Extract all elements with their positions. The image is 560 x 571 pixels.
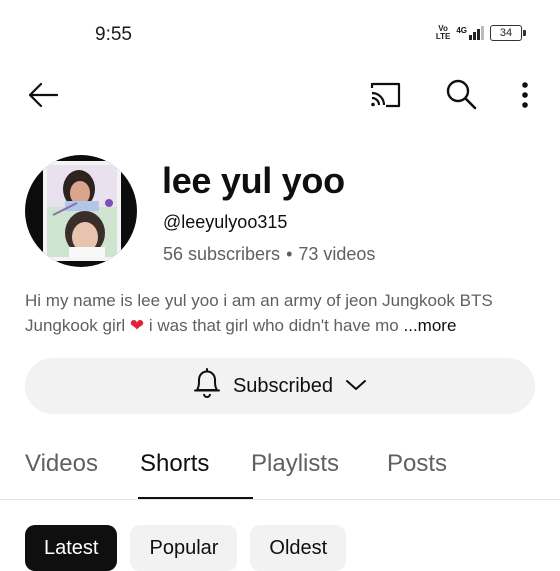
chip-oldest[interactable]: Oldest	[250, 525, 347, 571]
volte-bottom: LTE	[435, 32, 451, 41]
tab-posts[interactable]: Posts	[387, 450, 447, 500]
more-vert-icon[interactable]	[514, 78, 536, 112]
subscribed-label: Subscribed	[232, 374, 334, 397]
description-line-2-start: Jungkook girl	[25, 316, 126, 335]
description-more-link[interactable]: ...more	[404, 316, 457, 335]
stats-separator: •	[286, 244, 293, 264]
description-line-2-end: i was that girl who didn't have mo	[148, 316, 399, 335]
channel-description[interactable]: Hi my name is lee yul yoo i am an army o…	[25, 288, 535, 338]
subscriber-count: 56 subscribers	[163, 244, 281, 264]
tab-playlists[interactable]: Playlists	[251, 450, 387, 500]
search-icon[interactable]	[443, 76, 479, 112]
tab-shorts[interactable]: Shorts	[138, 450, 253, 500]
tabs-divider	[0, 499, 560, 500]
bell-icon	[193, 367, 221, 405]
description-line-2: Jungkook girl ❤ i was that girl who didn…	[25, 313, 535, 338]
video-count: 73 videos	[298, 244, 376, 264]
channel-stats: 56 subscribers • 73 videos	[163, 244, 375, 265]
volte-indicator: Vo LTE	[436, 25, 451, 41]
status-time: 9:55	[95, 24, 132, 45]
signal-icon: 4G	[456, 26, 484, 40]
channel-handle: @leeyulyoo315	[163, 212, 288, 232]
description-line-1: Hi my name is lee yul yoo i am an army o…	[25, 291, 493, 310]
back-arrow-icon[interactable]	[26, 78, 60, 112]
subscribed-button[interactable]: Subscribed	[25, 358, 535, 414]
heart-icon: ❤	[129, 316, 145, 335]
cast-icon[interactable]	[366, 78, 404, 112]
channel-name: lee yul yoo	[162, 160, 345, 201]
status-icons: Vo LTE 4G 34	[436, 25, 526, 41]
channel-tabs: Videos Shorts Playlists Posts	[25, 450, 447, 500]
chip-latest[interactable]: Latest	[25, 525, 118, 571]
chip-popular[interactable]: Popular	[130, 525, 238, 571]
tab-videos[interactable]: Videos	[25, 450, 140, 500]
chevron-down-icon	[345, 375, 367, 398]
channel-avatar[interactable]	[25, 155, 137, 267]
network-type: 4G	[456, 26, 467, 35]
sort-chips: Latest Popular Oldest	[25, 525, 347, 571]
battery-icon: 34	[490, 25, 526, 41]
